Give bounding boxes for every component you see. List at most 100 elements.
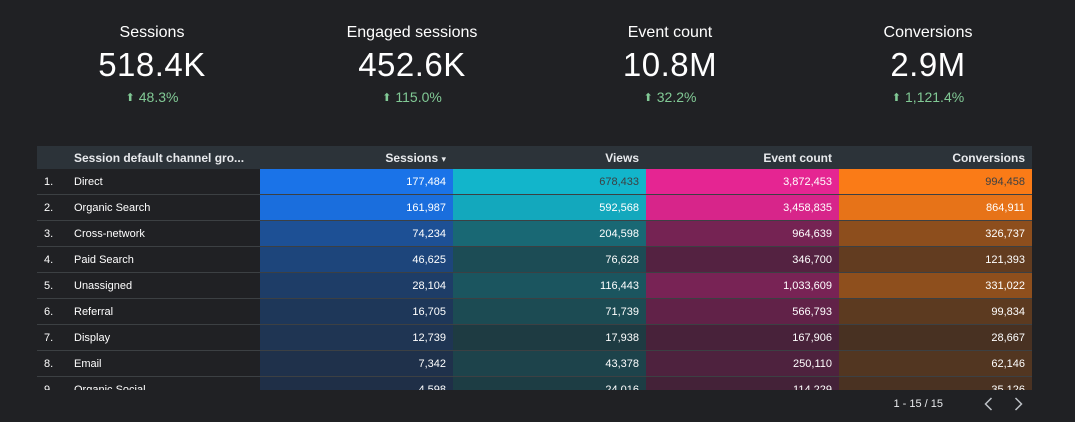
channel-name: Referral bbox=[67, 298, 260, 325]
conversions-cell: 35,126 bbox=[839, 376, 1032, 390]
header-channel[interactable]: Session default channel gro... bbox=[67, 146, 260, 169]
arrow-up-icon: ⬆ bbox=[125, 92, 135, 104]
views-cell: 43,378 bbox=[453, 350, 646, 377]
header-views[interactable]: Views bbox=[453, 146, 646, 169]
row-index: 2. bbox=[37, 194, 67, 221]
scorecard-label: Event count bbox=[627, 24, 713, 41]
header-index bbox=[37, 146, 67, 169]
delta-value: 48.3% bbox=[138, 89, 179, 105]
views-cell: 76,628 bbox=[453, 246, 646, 273]
table-row[interactable]: 5. Unassigned 28,104 116,443 1,033,609 331,02… bbox=[37, 272, 1032, 299]
table-row[interactable]: 6. Referral 16,705 71,739 566,793 99,834 bbox=[37, 298, 1032, 325]
views-cell: 116,443 bbox=[453, 272, 646, 299]
sessions-cell: 161,987 bbox=[260, 194, 453, 221]
channel-name: Display bbox=[67, 324, 260, 351]
scorecard-delta: ⬆ 115.0% bbox=[312, 87, 512, 109]
channel-name: Cross-network bbox=[67, 220, 260, 247]
delta-value: 115.0% bbox=[395, 89, 442, 105]
scorecard-conversions[interactable]: Conversions 2.9M ⬆ 1,121.4% bbox=[828, 22, 1028, 109]
sessions-cell: 46,625 bbox=[260, 246, 453, 273]
event-count-cell: 250,110 bbox=[646, 350, 839, 377]
scorecard-sessions[interactable]: Sessions 518.4K ⬆ 48.3% bbox=[52, 22, 252, 109]
scorecard-delta: ⬆ 32.2% bbox=[570, 87, 770, 109]
header-sessions[interactable]: Sessions ▾ bbox=[260, 146, 453, 169]
table-body: 1. Direct 177,484 678,433 3,872,453 994,458 2.… bbox=[37, 169, 1032, 390]
event-count-cell: 3,458,835 bbox=[646, 194, 839, 221]
row-index: 6. bbox=[37, 298, 67, 325]
channel-table: Session default channel gro... Sessions … bbox=[37, 146, 1032, 390]
event-count-cell: 3,872,453 bbox=[646, 169, 839, 195]
scorecard-engaged-sessions[interactable]: Engaged sessions 452.6K ⬆ 115.0% bbox=[312, 22, 512, 109]
channel-name: Unassigned bbox=[67, 272, 260, 299]
table-row[interactable]: 4. Paid Search 46,625 76,628 346,700 121,393 bbox=[37, 246, 1032, 273]
scorecard-label: Engaged sessions bbox=[346, 24, 478, 41]
conversions-cell: 994,458 bbox=[839, 169, 1032, 195]
arrow-up-icon: ⬆ bbox=[643, 92, 653, 104]
conversions-cell: 28,667 bbox=[839, 324, 1032, 351]
event-count-cell: 964,639 bbox=[646, 220, 839, 247]
scorecard-value: 518.4K bbox=[98, 46, 206, 83]
scorecard-value: 2.9M bbox=[890, 46, 966, 83]
event-count-cell: 566,793 bbox=[646, 298, 839, 325]
views-cell: 24,016 bbox=[453, 376, 646, 390]
conversions-cell: 99,834 bbox=[839, 298, 1032, 325]
scorecard-value: 452.6K bbox=[358, 46, 466, 83]
channel-name: Direct bbox=[67, 169, 260, 195]
sessions-cell: 177,484 bbox=[260, 169, 453, 195]
table-row[interactable]: 9. Organic Social 4,598 24,016 114,229 35,126 bbox=[37, 376, 1032, 390]
scorecard-delta: ⬆ 48.3% bbox=[52, 87, 252, 109]
table-row[interactable]: 3. Cross-network 74,234 204,598 964,639 326,7… bbox=[37, 220, 1032, 247]
sort-desc-icon: ▾ bbox=[441, 153, 446, 164]
row-index: 5. bbox=[37, 272, 67, 299]
event-count-cell: 167,906 bbox=[646, 324, 839, 351]
views-cell: 592,568 bbox=[453, 194, 646, 221]
event-count-cell: 346,700 bbox=[646, 246, 839, 273]
conversions-cell: 864,911 bbox=[839, 194, 1032, 221]
delta-value: 32.2% bbox=[656, 89, 697, 105]
channel-name: Email bbox=[67, 350, 260, 377]
table-row[interactable]: 2. Organic Search 161,987 592,568 3,458,835 8… bbox=[37, 194, 1032, 221]
views-cell: 678,433 bbox=[453, 169, 646, 195]
header-conversions-label: Conversions bbox=[952, 150, 1025, 165]
table-row[interactable]: 7. Display 12,739 17,938 167,906 28,667 bbox=[37, 324, 1032, 351]
sessions-cell: 7,342 bbox=[260, 350, 453, 377]
arrow-up-icon: ⬆ bbox=[382, 92, 392, 104]
delta-value: 1,121.4% bbox=[905, 89, 965, 105]
sessions-cell: 16,705 bbox=[260, 298, 453, 325]
table-header-row: Session default channel gro... Sessions … bbox=[37, 146, 1032, 169]
sessions-cell: 28,104 bbox=[260, 272, 453, 299]
pagination-range: 1 - 15 / 15 bbox=[893, 398, 943, 410]
row-index: 4. bbox=[37, 246, 67, 273]
chevron-left-icon[interactable] bbox=[981, 395, 995, 413]
channel-name: Organic Search bbox=[67, 194, 260, 221]
header-event-count-label: Event count bbox=[763, 150, 832, 165]
pagination: 1 - 15 / 15 bbox=[893, 394, 1025, 414]
row-index: 1. bbox=[37, 169, 67, 195]
scorecard-label: Conversions bbox=[883, 24, 973, 41]
row-index: 7. bbox=[37, 324, 67, 351]
table-row[interactable]: 1. Direct 177,484 678,433 3,872,453 994,458 bbox=[37, 169, 1032, 195]
row-index: 8. bbox=[37, 350, 67, 377]
views-cell: 204,598 bbox=[453, 220, 646, 247]
chevron-right-icon[interactable] bbox=[1011, 395, 1025, 413]
scorecard-label: Sessions bbox=[119, 24, 185, 41]
header-views-label: Views bbox=[605, 150, 639, 165]
event-count-cell: 1,033,609 bbox=[646, 272, 839, 299]
event-count-cell: 114,229 bbox=[646, 376, 839, 390]
conversions-cell: 121,393 bbox=[839, 246, 1032, 273]
channel-name: Paid Search bbox=[67, 246, 260, 273]
channel-name: Organic Social bbox=[67, 376, 260, 390]
views-cell: 71,739 bbox=[453, 298, 646, 325]
header-conversions[interactable]: Conversions bbox=[839, 146, 1032, 169]
arrow-up-icon: ⬆ bbox=[891, 92, 902, 104]
sessions-cell: 4,598 bbox=[260, 376, 453, 390]
scorecard-event-count[interactable]: Event count 10.8M ⬆ 32.2% bbox=[570, 22, 770, 109]
row-index: 9. bbox=[37, 376, 67, 390]
scorecard-delta: ⬆ 1,121.4% bbox=[828, 87, 1028, 109]
header-event-count[interactable]: Event count bbox=[646, 146, 839, 169]
conversions-cell: 331,022 bbox=[839, 272, 1032, 299]
conversions-cell: 326,737 bbox=[839, 220, 1032, 247]
row-index: 3. bbox=[37, 220, 67, 247]
header-channel-label: Session default channel gro... bbox=[74, 150, 245, 165]
table-row[interactable]: 8. Email 7,342 43,378 250,110 62,146 bbox=[37, 350, 1032, 377]
